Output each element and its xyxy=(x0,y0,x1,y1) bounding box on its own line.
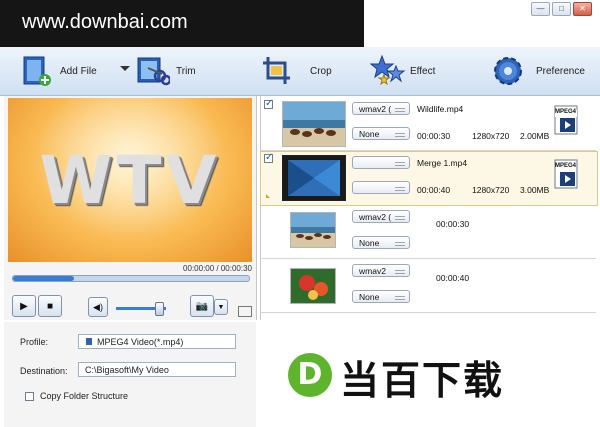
add-file-label: Add File xyxy=(60,65,97,77)
destination-value: C:\Bigasoft\My Video xyxy=(85,365,169,375)
volume-button[interactable]: ◀) xyxy=(88,297,108,317)
scissors-icon xyxy=(136,54,172,88)
file-duration: 00:00:40 xyxy=(417,185,451,195)
video-thumbnail xyxy=(290,268,336,304)
play-button[interactable]: ▶ xyxy=(12,295,36,317)
maximize-button[interactable]: □ xyxy=(552,2,571,16)
preference-label: Preference xyxy=(536,65,585,77)
row-checkbox[interactable] xyxy=(264,98,273,109)
preview-overlay-text: WTV xyxy=(39,142,221,219)
trim-label: Trim xyxy=(176,65,196,77)
format-badge-label: MPEG4 xyxy=(555,109,577,115)
subtitle-dropdown[interactable]: None xyxy=(352,290,410,303)
timecode: 00:00:00 / 00:00:30 xyxy=(183,264,252,273)
file-size: 3.00MB xyxy=(520,185,550,195)
add-file-button[interactable]: Add File xyxy=(20,47,97,95)
window-controls: — □ ✕ xyxy=(531,2,592,16)
profile-value: MPEG4 Video(*.mp4) xyxy=(97,337,184,347)
audio-track-dropdown[interactable]: wmav2 xyxy=(352,264,410,277)
video-thumbnail xyxy=(290,212,336,248)
trim-button[interactable]: Trim xyxy=(136,47,196,95)
preference-button[interactable]: Preference xyxy=(490,47,585,95)
minimize-button[interactable]: — xyxy=(531,2,550,16)
merge-thumbnail xyxy=(282,155,346,201)
add-file-dropdown-icon[interactable] xyxy=(120,66,130,71)
file-duration: 00:00:30 xyxy=(417,131,451,141)
close-button[interactable]: ✕ xyxy=(573,2,592,16)
audio-track-dropdown[interactable] xyxy=(352,156,410,169)
effect-label: Effect xyxy=(410,65,436,77)
stop-icon: ■ xyxy=(46,300,54,312)
add-file-icon xyxy=(20,54,54,88)
destination-field[interactable]: C:\Bigasoft\My Video xyxy=(78,362,236,377)
format-badge-label: MPEG4 xyxy=(555,163,577,169)
subtitle-dropdown[interactable]: None xyxy=(352,236,410,249)
crop-button[interactable]: Crop xyxy=(260,47,332,95)
profile-label: Profile: xyxy=(20,337,49,347)
audio-track-dropdown[interactable]: wmav2 ( xyxy=(352,210,410,223)
video-thumbnail xyxy=(282,101,346,147)
speaker-icon: ◀) xyxy=(93,301,103,312)
effect-stars-icon xyxy=(369,54,406,88)
file-resolution: 1280x720 xyxy=(472,131,510,141)
site-logo-icon: D xyxy=(288,353,332,397)
profile-select[interactable]: MPEG4 Video(*.mp4) xyxy=(78,334,236,349)
gear-icon xyxy=(490,54,524,88)
volume-slider-thumb[interactable] xyxy=(155,302,164,316)
crop-label: Crop xyxy=(310,65,332,77)
fullscreen-icon[interactable] xyxy=(238,306,252,317)
play-icon: ▶ xyxy=(20,300,28,312)
audio-track-dropdown[interactable]: wmav2 ( xyxy=(352,102,410,115)
file-size: 2.00MB xyxy=(520,131,550,141)
file-name: Merge 1.mp4 xyxy=(417,158,468,168)
copy-folder-checkbox[interactable] xyxy=(25,392,34,401)
crop-icon xyxy=(260,54,294,88)
stop-button[interactable]: ■ xyxy=(38,295,62,317)
watermark-text: www.downbai.com xyxy=(22,11,188,33)
destination-label: Destination: xyxy=(20,366,68,376)
subtitle-dropdown[interactable] xyxy=(352,181,410,194)
effect-button[interactable]: Effect xyxy=(369,47,436,95)
video-file-icon xyxy=(86,338,92,345)
snapshot-dropdown[interactable]: ▼ xyxy=(214,299,228,315)
file-duration: 00:00:40 xyxy=(436,273,470,283)
camera-icon: 📷 xyxy=(195,300,209,312)
row-checkbox[interactable] xyxy=(264,152,273,163)
file-duration: 00:00:30 xyxy=(436,219,470,229)
chevron-down-icon: ▼ xyxy=(217,303,225,311)
subtitle-dropdown[interactable]: None xyxy=(352,127,410,140)
file-resolution: 1280x720 xyxy=(472,185,510,195)
video-preview: WTV xyxy=(8,98,252,262)
copy-folder-label: Copy Folder Structure xyxy=(40,391,129,401)
site-logo-text: 当百下载 xyxy=(340,359,505,404)
snapshot-button[interactable]: 📷 xyxy=(190,295,214,317)
merge-marker-icon xyxy=(266,194,270,198)
seek-progress xyxy=(13,276,74,281)
file-name: Wildlife.mp4 xyxy=(417,104,464,114)
